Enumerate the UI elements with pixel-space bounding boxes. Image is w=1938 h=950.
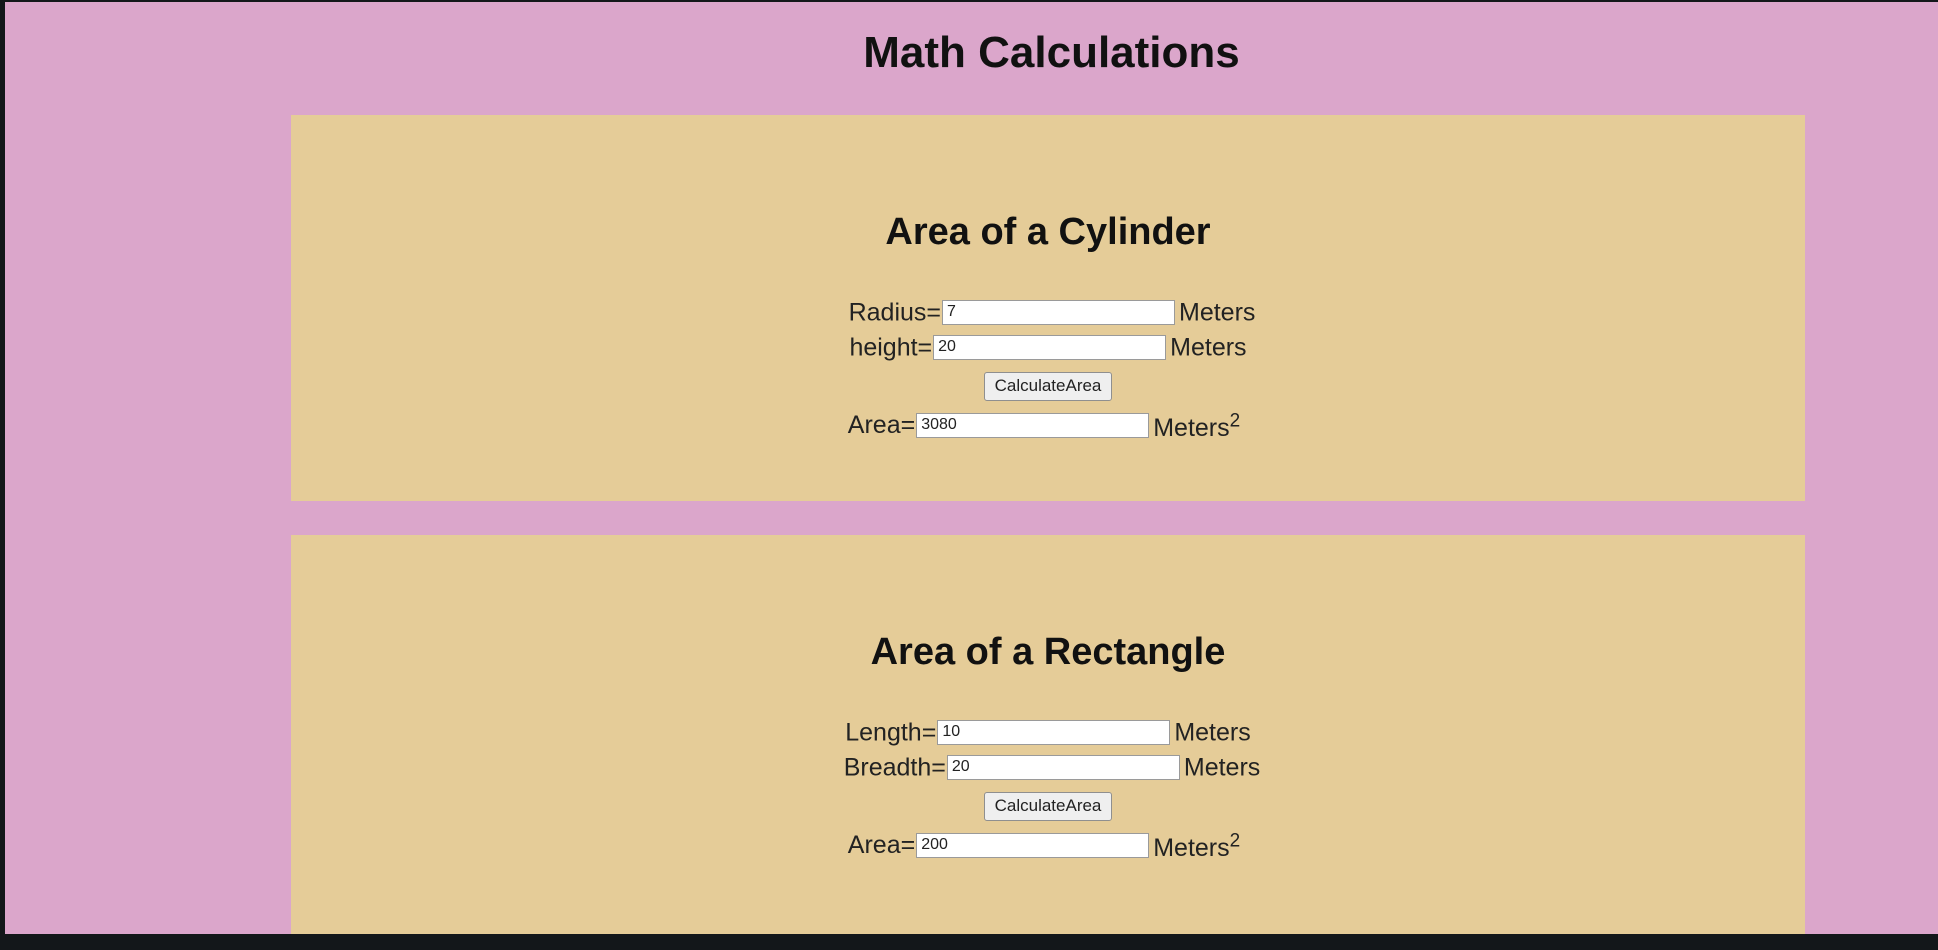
cylinder-area-label: Area=: [847, 411, 916, 440]
cylinder-area-unit-text: Meters: [1153, 414, 1230, 443]
cylinder-calculate-button[interactable]: CalculateArea: [983, 371, 1113, 401]
cylinder-button-row: CalculateArea: [291, 368, 1805, 401]
rectangle-heading: Area of a Rectangle: [870, 631, 1226, 673]
cylinder-area-unit: Meters2: [1153, 411, 1241, 443]
rectangle-area-label: Area=: [847, 831, 916, 860]
radius-unit: Meters: [1179, 298, 1256, 327]
rectangle-button-row: CalculateArea: [291, 788, 1805, 821]
cylinder-panel: Area of a Cylinder Radius= Meters height=…: [291, 115, 1805, 501]
height-label: height=: [849, 333, 933, 362]
rectangle-panel: Area of a Rectangle Length= Meters Breadt…: [291, 535, 1805, 934]
cylinder-area-row: Area= Meters2: [287, 407, 1801, 443]
rectangle-area-unit: Meters2: [1153, 831, 1241, 863]
radius-input[interactable]: [942, 299, 1175, 325]
rectangle-area-output[interactable]: [916, 832, 1150, 858]
page-title: Math Calculations: [863, 28, 1240, 77]
cylinder-area-exponent: 2: [1229, 411, 1241, 432]
length-row: Length= Meters: [291, 716, 1805, 747]
length-unit: Meters: [1174, 718, 1251, 747]
radius-row: Radius= Meters: [295, 296, 1809, 327]
radius-label: Radius=: [848, 298, 941, 327]
length-label: Length=: [845, 718, 937, 747]
rectangle-area-unit-text: Meters: [1153, 834, 1230, 863]
rectangle-area-exponent: 2: [1229, 831, 1241, 852]
length-input[interactable]: [937, 719, 1171, 745]
height-row: height= Meters: [291, 331, 1805, 362]
rectangle-area-row: Area= Meters2: [287, 827, 1801, 863]
cylinder-area-output[interactable]: [916, 412, 1150, 438]
browser-viewport: Math Calculations Area of a Cylinder Rad…: [5, 2, 1938, 934]
height-input[interactable]: [933, 334, 1167, 360]
breadth-unit: Meters: [1183, 753, 1261, 782]
rectangle-calculate-button[interactable]: CalculateArea: [983, 791, 1113, 821]
height-unit: Meters: [1170, 333, 1247, 362]
breadth-label: Breadth=: [843, 753, 946, 782]
cylinder-heading: Area of a Cylinder: [885, 211, 1211, 253]
breadth-input[interactable]: [946, 754, 1180, 780]
breadth-row: Breadth= Meters: [295, 751, 1809, 782]
